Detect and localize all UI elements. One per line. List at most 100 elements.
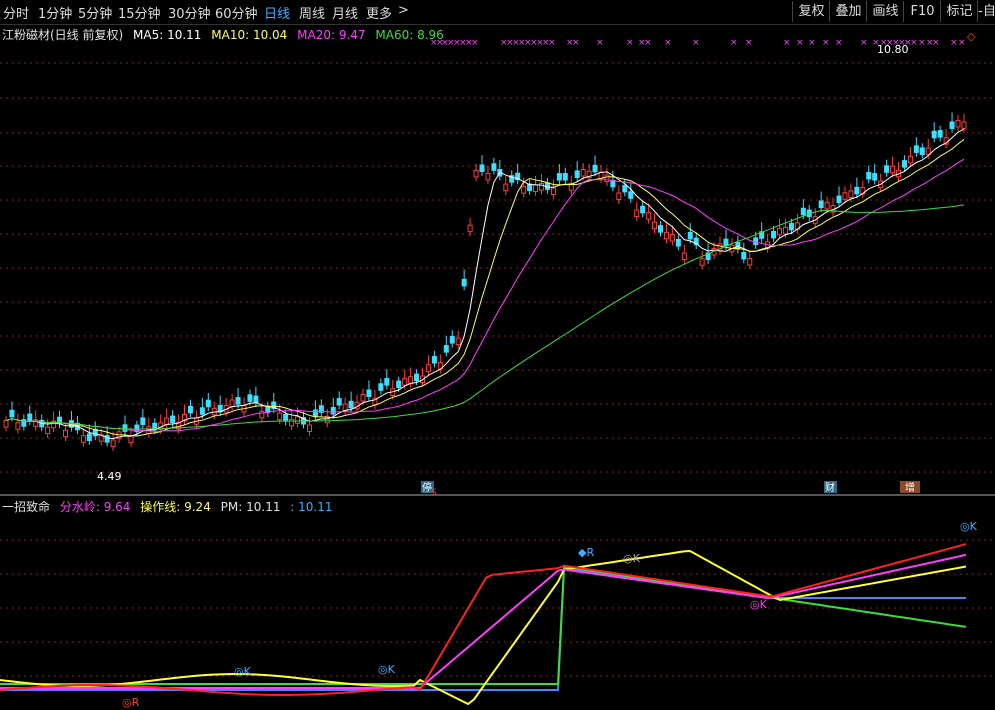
candle-body xyxy=(473,169,479,178)
toolbar-button-1[interactable]: 叠加 xyxy=(829,1,867,22)
candle-body xyxy=(717,243,723,251)
toolbar-button-2[interactable]: 画线 xyxy=(866,1,904,22)
more-arrow-icon[interactable]: > xyxy=(398,3,409,18)
candle-body xyxy=(301,417,306,425)
blue-line xyxy=(0,567,966,691)
candle-body xyxy=(348,400,354,409)
candle-body xyxy=(223,405,229,413)
signal-mark-icon: × xyxy=(453,38,461,48)
candle-body xyxy=(509,175,515,183)
candle-body xyxy=(961,121,967,129)
candle-body xyxy=(360,394,366,402)
signal-mark-icon: × xyxy=(530,38,538,48)
toolbar-button-3[interactable]: F10 xyxy=(903,1,941,22)
candle-body xyxy=(366,389,372,398)
candle-body xyxy=(872,173,878,181)
candle-body xyxy=(86,433,92,442)
candle-body xyxy=(949,121,955,129)
signal-mark-icon: × xyxy=(783,38,791,48)
signal-mark-icon: × xyxy=(822,38,830,48)
candle-body xyxy=(336,398,342,406)
candle-body xyxy=(759,231,765,239)
signal-mark-icon: × xyxy=(572,38,580,48)
candle-body xyxy=(27,413,33,422)
candle-body xyxy=(735,241,741,250)
candle-body xyxy=(622,184,628,193)
signal-mark-icon: × xyxy=(638,38,646,48)
period-tab-1[interactable]: 1分钟 xyxy=(38,3,72,22)
low-price-label: 4.49 xyxy=(97,470,122,483)
candle-body xyxy=(318,405,324,413)
candle-body xyxy=(271,401,277,410)
ma60-value: MA60: 8.96 xyxy=(375,28,444,42)
ma10-value: MA10: 10.04 xyxy=(211,28,288,42)
indicator-name: 一招致命 xyxy=(2,500,51,514)
candle-body xyxy=(919,147,925,155)
period-tab-0[interactable]: 分时 xyxy=(3,3,29,22)
period-tab-9[interactable]: 更多 xyxy=(366,3,392,22)
candle-body xyxy=(241,404,247,413)
candle-body xyxy=(467,224,473,233)
candle-body xyxy=(788,222,794,231)
candle-body xyxy=(854,186,860,195)
candle-body xyxy=(152,422,158,431)
signal-mark-icon: × xyxy=(459,38,467,48)
candle-body xyxy=(878,180,884,189)
candle-body xyxy=(592,164,598,173)
signal-mark-icon: × xyxy=(506,38,514,48)
candle-body xyxy=(110,439,116,448)
signal-mark-icon: × xyxy=(626,38,634,48)
candle-body xyxy=(283,413,289,422)
candle-body xyxy=(913,145,919,153)
candle-body xyxy=(568,183,574,191)
period-tab-3[interactable]: 15分钟 xyxy=(118,3,161,22)
candle-body xyxy=(33,419,39,427)
candle-body xyxy=(491,163,497,171)
candle-body xyxy=(9,409,15,418)
main-chart-legend: 江粉磁材(日线 前复权) MA5: 10.11 MA10: 10.04 MA20… xyxy=(2,26,450,43)
signal-mark-icon: × xyxy=(692,38,700,48)
period-tab-5[interactable]: 60分钟 xyxy=(215,3,258,22)
candle-body xyxy=(146,426,152,434)
diamond-icon: ◇ xyxy=(967,30,976,43)
candle-body xyxy=(116,431,122,439)
signal-mark-icon: × xyxy=(835,38,843,48)
toolbar-button-4[interactable]: 标记 xyxy=(940,1,978,22)
candle-body xyxy=(193,417,199,425)
candle-body xyxy=(342,403,348,412)
candle-body xyxy=(628,191,634,199)
toolbar-button-0[interactable]: 复权 xyxy=(792,1,830,22)
candle-body xyxy=(176,422,182,430)
period-tab-8[interactable]: 月线 xyxy=(332,3,358,22)
k-signal-label-2: ◎K xyxy=(750,598,768,611)
period-tab-4[interactable]: 30分钟 xyxy=(168,3,211,22)
candle-body xyxy=(765,241,771,249)
toolbar-button-5[interactable]: -自 xyxy=(977,1,995,22)
candle-body xyxy=(306,424,312,432)
signal-mark-icon: × xyxy=(918,38,926,48)
period-tab-2[interactable]: 5分钟 xyxy=(78,3,112,22)
k-signal-label-5: ◎K xyxy=(378,663,396,676)
candle-body xyxy=(390,388,396,396)
candle-body xyxy=(901,160,907,168)
candle-body xyxy=(675,239,681,247)
period-tab-7[interactable]: 周线 xyxy=(299,3,325,22)
stop-marker-bg xyxy=(421,481,434,493)
candle-body xyxy=(640,205,646,214)
ma60-line xyxy=(5,204,965,430)
candle-body xyxy=(771,230,777,239)
candle-body xyxy=(431,356,437,364)
ma5-value: MA5: 10.11 xyxy=(133,28,202,42)
signal-mark-icon: × xyxy=(950,38,958,48)
k-signal-label-4: ◎K xyxy=(234,665,252,678)
candle-body xyxy=(437,361,443,370)
period-tab-6[interactable]: 日线 xyxy=(264,3,290,22)
candle-body xyxy=(848,190,854,198)
r-signal-label-2: ◎R xyxy=(122,696,140,709)
zeng-marker: 增 xyxy=(905,481,915,494)
candle-body xyxy=(277,412,283,421)
candle-body xyxy=(235,397,241,405)
candle-body xyxy=(663,231,669,240)
candle-body xyxy=(479,164,485,173)
candle-body xyxy=(652,221,658,230)
